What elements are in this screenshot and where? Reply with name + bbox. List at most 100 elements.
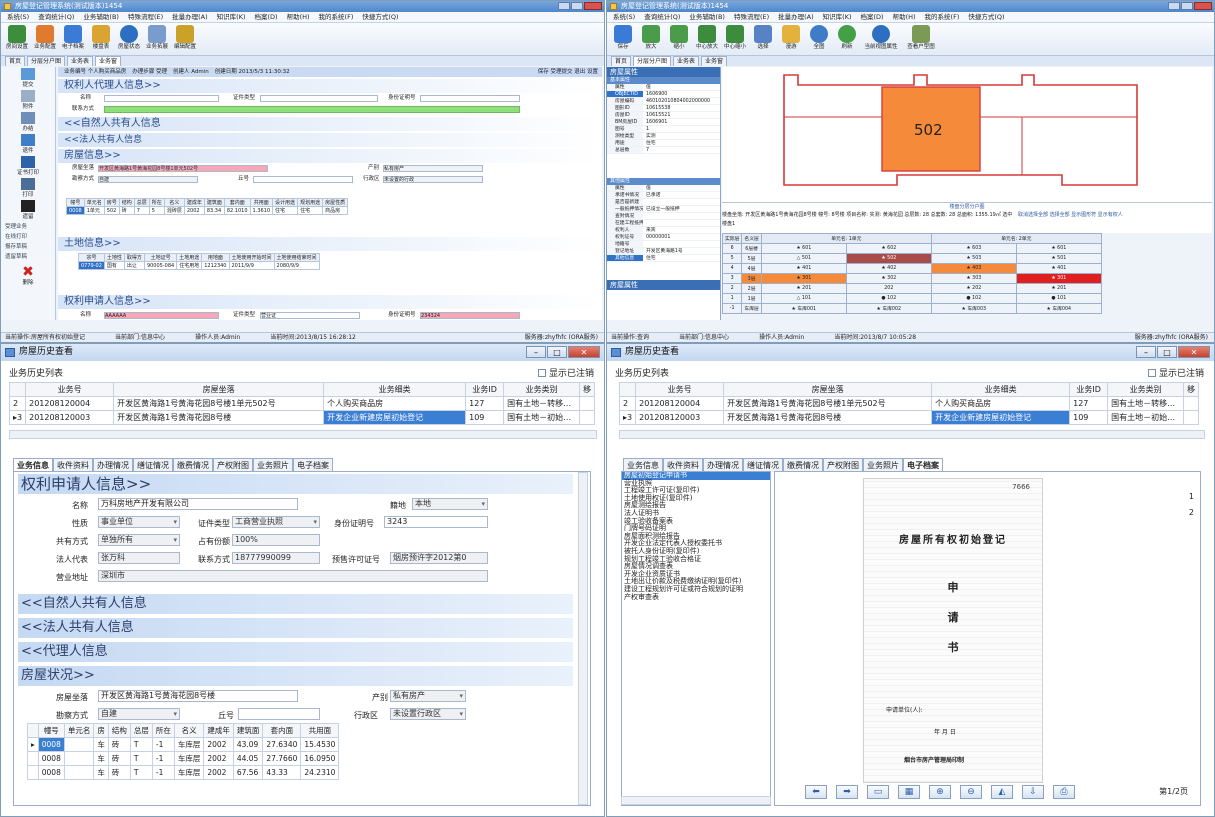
maximize-button[interactable]: □	[1157, 346, 1177, 358]
tool-button[interactable]: 业务拓展	[145, 25, 169, 55]
menu-item[interactable]: 帮助(H)	[287, 12, 310, 22]
origin-select[interactable]: 本地	[412, 498, 488, 510]
fit-page-button[interactable]: ▭	[867, 785, 889, 799]
tool-button[interactable]: 楼盘表	[89, 25, 113, 55]
tab-handling[interactable]: 办理情况	[703, 458, 743, 472]
nav-return[interactable]: 退件	[1, 133, 55, 155]
tab-property-map[interactable]: 产权附图	[823, 458, 863, 472]
prop-row[interactable]: BM房屋ID 1606901	[607, 119, 720, 126]
applicant-name-input[interactable]: 万科房地产开发有限公司	[98, 498, 298, 510]
prop-row[interactable]: 用途 住宅	[607, 140, 720, 147]
menu-item[interactable]: 档案(D)	[255, 12, 278, 22]
ratio-input[interactable]: 100%	[232, 534, 320, 546]
prop-row[interactable]: 总层数 7	[607, 147, 720, 154]
share-select[interactable]: 单独所有	[98, 534, 180, 546]
tab-e-archive[interactable]: 电子档案	[293, 458, 333, 472]
house-way-select[interactable]: 自建	[98, 176, 198, 183]
house-hill-input[interactable]	[238, 708, 320, 720]
prop-row[interactable]: 权利证号 00000001	[607, 234, 720, 241]
section-house[interactable]: 房屋信息>>	[58, 149, 602, 163]
maximize-button[interactable]	[1181, 2, 1193, 10]
tool-button[interactable]: 编辑配置	[173, 25, 197, 55]
tree-scrollbar[interactable]	[621, 796, 771, 805]
nav-finish[interactable]: 办结	[1, 111, 55, 133]
close-button[interactable]	[584, 2, 602, 10]
tab-home[interactable]: 首页	[611, 56, 632, 66]
prop-row[interactable]: 属性值	[607, 84, 720, 91]
tool-button[interactable]: 保存	[611, 25, 635, 55]
tab-business-window[interactable]: 业务窗	[701, 56, 728, 66]
section-agent[interactable]: 权利人代理人信息>>	[58, 79, 602, 93]
prop-row[interactable]: 查封情况	[607, 213, 720, 220]
table-row[interactable]: ▸3 201208120003 开发区黄海路1号黄海花园8号楼 开发企业新建房屋初始登…	[618, 410, 1200, 425]
vertical-scrollbar[interactable]	[578, 472, 588, 805]
menu-item[interactable]: 系统(S)	[613, 12, 635, 22]
tool-button[interactable]: 电子档案	[61, 25, 85, 55]
show-cancelled-checkbox[interactable]: 显示已注销	[1147, 366, 1204, 379]
section-agent[interactable]: <<代理人信息	[18, 642, 573, 662]
grid-links[interactable]: 取消选择全部 选择全部 显示图形符 显示有权人	[1018, 211, 1123, 220]
tool-button[interactable]: 漫游	[779, 25, 803, 55]
page-number[interactable]: 1	[1189, 492, 1194, 501]
tab-certificate[interactable]: 缮证情况	[743, 458, 783, 472]
tab-business-info[interactable]: 业务信息	[623, 458, 663, 472]
horizontal-scrollbar[interactable]	[619, 430, 1205, 439]
prop-row[interactable]: 测绘类型 实测	[607, 133, 720, 140]
next-page-button[interactable]: ➡	[836, 785, 858, 799]
prop-row[interactable]: 房屋编码 460102010804002000000	[607, 98, 720, 105]
actual-size-button[interactable]: ▦	[898, 785, 920, 799]
tool-button[interactable]: 当前视图属性	[863, 25, 899, 55]
nav-attach[interactable]: 附件	[1, 89, 55, 111]
menu-item[interactable]: 业务辅助(B)	[83, 12, 119, 22]
nav-sub-item[interactable]: 报存草稿	[1, 241, 55, 251]
tab-received[interactable]: 收件资料	[53, 458, 93, 472]
prop-row[interactable]: 登记地址 开发区黄海路1号	[607, 248, 720, 255]
tab-home[interactable]: 首页	[5, 56, 26, 66]
applicant-name-input[interactable]: AAAAAA	[104, 312, 219, 319]
house-way-select[interactable]: 自建	[98, 708, 180, 720]
menu-item[interactable]: 知识库(K)	[217, 12, 246, 22]
business-address-input[interactable]: 深圳市	[98, 570, 488, 582]
tab-handling[interactable]: 办理情况	[93, 458, 133, 472]
show-cancelled-checkbox[interactable]: 显示已注销	[537, 366, 594, 379]
tree-item[interactable]: 产权审查表	[622, 593, 770, 602]
business-actions[interactable]: 保存 受理提交 退出 设置	[538, 67, 602, 77]
nav-submit[interactable]: 提交	[1, 67, 55, 89]
nav-sub-item[interactable]: 在线打印	[1, 231, 55, 241]
table-row[interactable]: 2 201208120004 开发区黄海路1号黄海花园8号楼1单元502号 个人购买商…	[618, 396, 1200, 411]
minimize-button[interactable]: –	[1136, 346, 1156, 358]
zoom-out-button[interactable]: ⊖	[960, 785, 982, 799]
table-row[interactable]: 0008 车砖 T -1 车库层 2002 67.56 43.33 24.2310	[27, 765, 340, 780]
table-row[interactable]: 0008 1单元 502 砖 7 5 混砖层 2002 83.34 82.1010 1.3610 住宅…	[66, 206, 349, 215]
rotate-button[interactable]: ◭	[991, 785, 1013, 799]
menu-item[interactable]: 档案(D)	[861, 12, 884, 22]
document-viewer[interactable]: 7666 房屋所有权初始登记 申 请 书 申请单位(人): 年 月 日 烟台市房…	[774, 471, 1201, 806]
page-number[interactable]: 2	[1189, 508, 1194, 517]
table-row[interactable]: 0008 车砖 T -1 车库层 2002 44.05 27.7660 16.0950	[27, 751, 340, 766]
prev-page-button[interactable]: ⬅	[805, 785, 827, 799]
menu-item[interactable]: 我的系统(F)	[925, 12, 960, 22]
nav-delete[interactable]: ✖ 删除	[1, 265, 55, 287]
menu-item[interactable]: 帮助(H)	[893, 12, 916, 22]
tab-business-table[interactable]: 业务表	[67, 56, 94, 66]
section-natural-coowner[interactable]: <<自然人共有人信息	[18, 594, 573, 614]
maximize-button[interactable]	[571, 2, 583, 10]
tab-received[interactable]: 收件资料	[663, 458, 703, 472]
maximize-button[interactable]: □	[547, 346, 567, 358]
tab-fees[interactable]: 缴费情况	[783, 458, 823, 472]
prop-row[interactable]: 图形ID 10615538	[607, 105, 720, 112]
house-district-select[interactable]: 未设置行政区	[390, 708, 466, 720]
close-button[interactable]	[1194, 2, 1212, 10]
table-row[interactable]: 2 201208120004 开发区黄海路1号黄海花园8号楼1单元502号 个人购买商…	[8, 396, 596, 411]
tool-button[interactable]: 缩小	[667, 25, 691, 55]
phone-input[interactable]: 18777990099	[232, 552, 320, 564]
menu-item[interactable]: 特殊流程(E)	[128, 12, 163, 22]
section-natural-coowner[interactable]: <<自然人共有人信息	[58, 117, 602, 131]
section-legal-coowner[interactable]: <<法人共有人信息	[18, 618, 573, 638]
menu-item[interactable]: 系统(S)	[7, 12, 29, 22]
tool-button[interactable]: 选择	[751, 25, 775, 55]
tool-button[interactable]: 业务配置	[33, 25, 57, 55]
menu-item[interactable]: 我的系统(F)	[319, 12, 354, 22]
close-button[interactable]: ✕	[568, 346, 600, 358]
tab-floor-plan[interactable]: 分层分户图	[633, 56, 672, 66]
